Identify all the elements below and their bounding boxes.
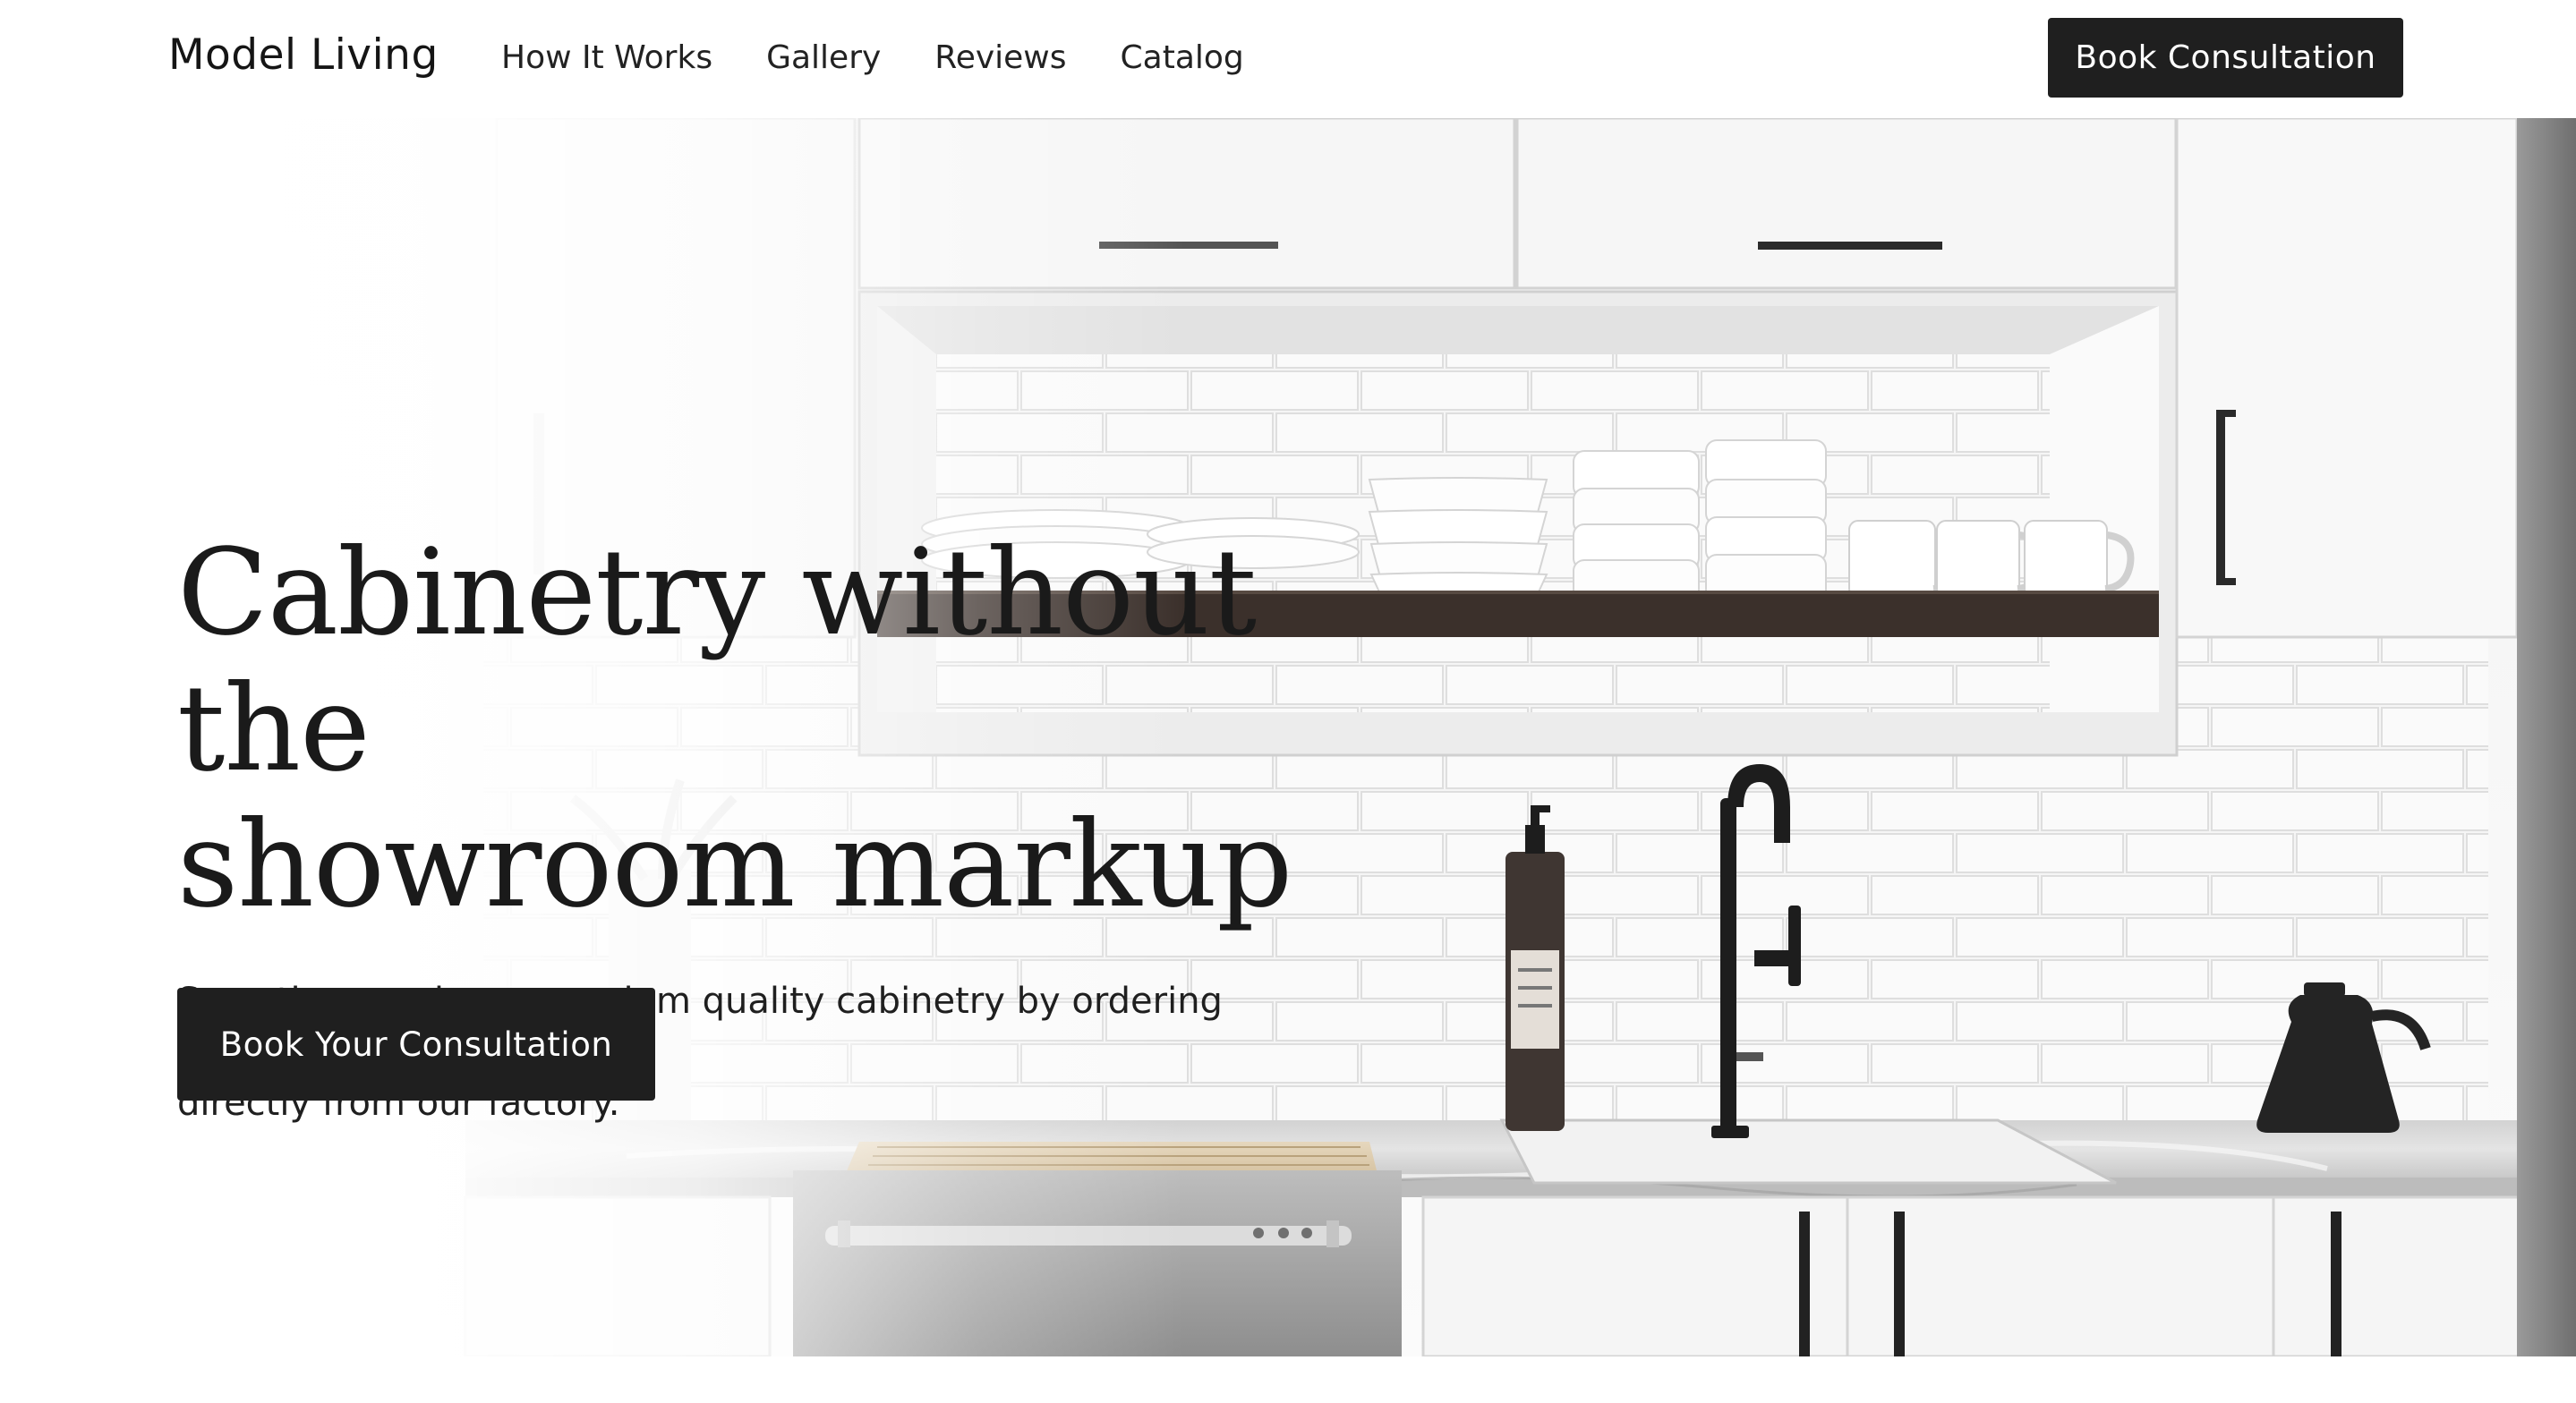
book-your-consultation-button[interactable]: Book Your Consultation bbox=[177, 988, 655, 1101]
nav-reviews[interactable]: Reviews bbox=[934, 39, 1066, 76]
book-consultation-button[interactable]: Book Consultation bbox=[2048, 18, 2403, 98]
nav-how-it-works[interactable]: How It Works bbox=[501, 39, 712, 76]
hero-section: Cabinetry without the showroom markup Sa… bbox=[0, 118, 2576, 1356]
main-nav: How It Works Gallery Reviews Catalog bbox=[501, 39, 1298, 76]
nav-gallery[interactable]: Gallery bbox=[766, 39, 881, 76]
brand-logo[interactable]: Model Living bbox=[168, 30, 439, 80]
nav-catalog[interactable]: Catalog bbox=[1121, 39, 1244, 76]
hero-title-line-2: showroom markup bbox=[177, 796, 1292, 934]
hero-title-line-1: Cabinetry without the bbox=[177, 524, 1257, 798]
hero-title: Cabinetry without the showroom markup bbox=[177, 525, 1430, 933]
site-header: Model Living How It Works Gallery Review… bbox=[0, 0, 2576, 118]
